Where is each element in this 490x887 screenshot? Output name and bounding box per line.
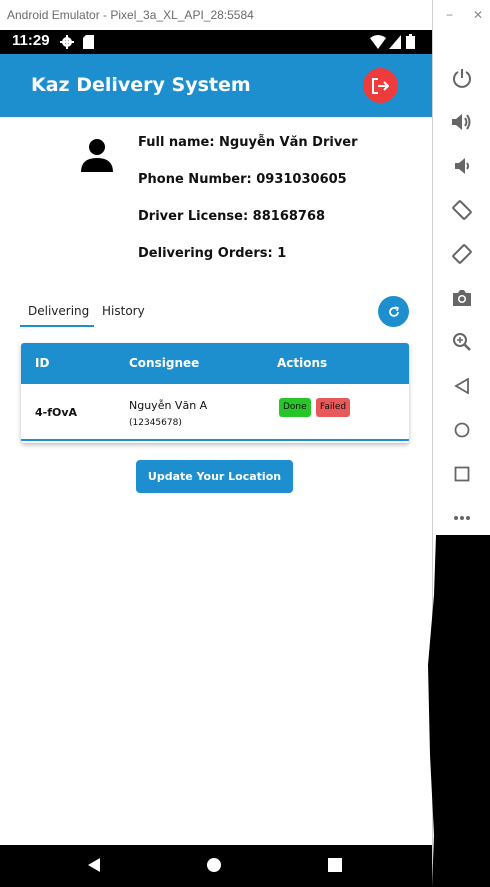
- sd-card-icon: [83, 35, 94, 49]
- nav-home-icon[interactable]: [206, 857, 222, 873]
- driver-license: Driver License: 88168768: [138, 209, 326, 224]
- table-header: ID Consignee Actions: [21, 343, 409, 384]
- logout-icon: [371, 77, 389, 94]
- rotate-left-icon: [452, 200, 472, 220]
- background-silhouette: [428, 535, 490, 887]
- table-row: 4-fOvA Nguyễn Văn A (12345678) Done Fail…: [21, 384, 409, 441]
- settings-gear-icon: [60, 35, 74, 49]
- consignee-name: Nguyễn Văn A: [129, 399, 208, 412]
- rotate-left-button[interactable]: [450, 198, 474, 222]
- update-location-button[interactable]: Update Your Location: [136, 460, 293, 493]
- refresh-icon: [388, 305, 399, 317]
- tab-history[interactable]: History: [102, 304, 145, 318]
- screenshot-button[interactable]: [450, 286, 474, 310]
- overview-button[interactable]: [450, 462, 474, 486]
- signal-icon: [389, 35, 401, 49]
- battery-icon: [406, 34, 415, 49]
- nav-overview-icon[interactable]: [327, 857, 343, 873]
- power-icon: [453, 69, 471, 88]
- overview-icon: [454, 466, 470, 482]
- orders-table: ID Consignee Actions 4-fOvA Nguyễn Văn A…: [21, 343, 409, 443]
- back-button[interactable]: [450, 374, 474, 398]
- android-nav-bar: [0, 845, 432, 887]
- header-actions: Actions: [277, 356, 328, 370]
- driver-phone-number: Phone Number: 0931030605: [138, 172, 347, 187]
- app-bar: Kaz Delivery System: [0, 54, 432, 117]
- logout-button[interactable]: [363, 68, 398, 103]
- refresh-button[interactable]: [378, 296, 409, 327]
- driver-full-name: Full name: Nguyễn Văn Driver: [138, 135, 358, 150]
- tab-delivering[interactable]: Delivering: [28, 304, 89, 318]
- volume-down-button[interactable]: [450, 154, 474, 178]
- wifi-icon: [370, 35, 386, 49]
- app-title: Kaz Delivery System: [31, 74, 251, 96]
- rotate-right-icon: [452, 244, 472, 264]
- header-id: ID: [35, 356, 50, 370]
- active-tab-indicator: [20, 325, 94, 327]
- emulator-title: Android Emulator - Pixel_3a_XL_API_28:55…: [7, 8, 254, 22]
- failed-button[interactable]: Failed: [316, 398, 351, 417]
- person-icon: [81, 139, 113, 172]
- order-id: 4-fOvA: [35, 406, 78, 419]
- status-bar: 11:29: [0, 30, 432, 54]
- volume-up-button[interactable]: [450, 110, 474, 134]
- volume-down-icon: [455, 158, 469, 174]
- back-icon: [454, 378, 469, 394]
- emulator-title-bar: Android Emulator - Pixel_3a_XL_API_28:55…: [0, 0, 432, 30]
- power-button[interactable]: [450, 66, 474, 90]
- phone-screen: 11:29 Kaz Delivery System Full name: Ngu…: [0, 30, 432, 887]
- status-time: 11:29: [12, 32, 50, 49]
- close-icon[interactable]: ✕: [473, 8, 490, 22]
- home-button[interactable]: [450, 418, 474, 442]
- rotate-right-button[interactable]: [450, 242, 474, 266]
- done-button[interactable]: Done: [279, 398, 311, 417]
- consignee-phone: (12345678): [129, 418, 182, 428]
- volume-up-icon: [452, 114, 471, 130]
- zoom-button[interactable]: [450, 330, 474, 354]
- zoom-icon: [453, 333, 471, 351]
- nav-back-icon[interactable]: [86, 857, 102, 873]
- more-button[interactable]: [450, 506, 474, 530]
- home-icon: [454, 422, 470, 438]
- more-icon: [454, 516, 470, 520]
- camera-icon: [453, 290, 471, 306]
- header-consignee: Consignee: [129, 356, 200, 370]
- delivering-orders-count: Delivering Orders: 1: [138, 246, 287, 261]
